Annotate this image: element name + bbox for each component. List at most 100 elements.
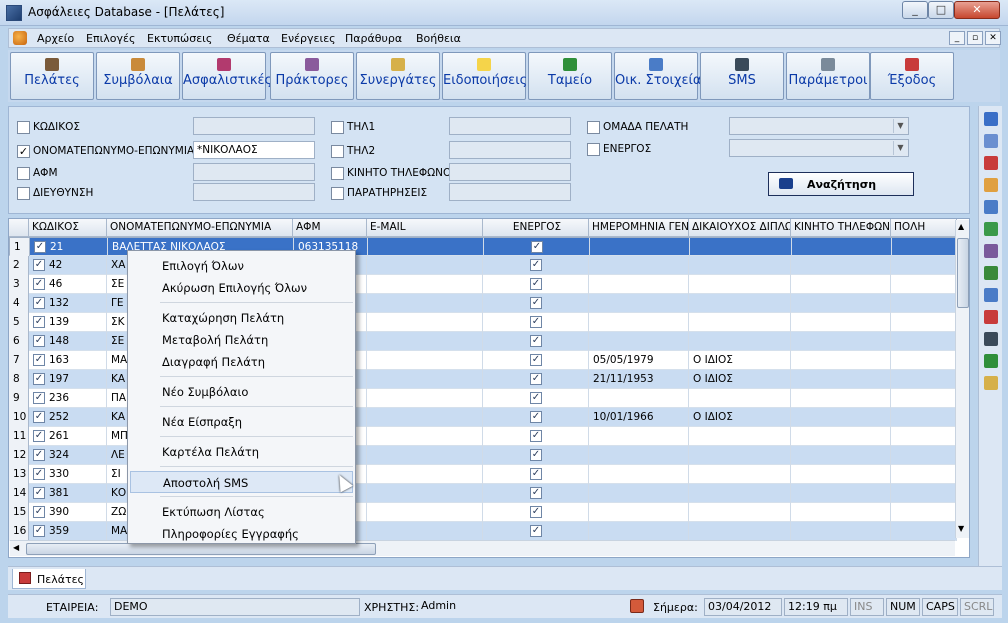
- birthdate-header[interactable]: ΗΜΕΡΟΜΗΝΙΑ ΓΕΝΙ: [589, 219, 689, 237]
- insurers-button[interactable]: Ασφαλιστικές: [182, 52, 272, 100]
- menu-file[interactable]: Αρχείο: [37, 32, 74, 45]
- calendar-icon[interactable]: [984, 178, 998, 192]
- delete-icon[interactable]: [984, 156, 998, 170]
- active-checkbox[interactable]: ✓: [530, 354, 542, 366]
- mobile-header[interactable]: ΚΙΝΗΤΟ ΤΗΛΕΦΩΝ: [791, 219, 891, 237]
- import-icon[interactable]: [984, 288, 998, 302]
- mdi-minimize-button[interactable]: _: [949, 31, 965, 45]
- contracts-button[interactable]: Συμβόλαια: [96, 52, 180, 100]
- filter-input-col2-1[interactable]: [449, 141, 571, 159]
- filter-input-col1-1[interactable]: *ΝΙΚΟΛΑΟΣ: [193, 141, 315, 159]
- active-checkbox[interactable]: ✓: [530, 411, 542, 423]
- filter-checkbox-col2-3[interactable]: [331, 187, 344, 200]
- context-item[interactable]: Διαγραφή Πελάτη: [130, 351, 353, 373]
- partners-button[interactable]: Συνεργάτες: [356, 52, 440, 100]
- city-header[interactable]: ΠΟΛΗ: [891, 219, 957, 237]
- row-select-checkbox[interactable]: ✓: [34, 241, 46, 253]
- filter-input-col1-0[interactable]: [193, 117, 315, 135]
- active-checkbox[interactable]: ✓: [530, 373, 542, 385]
- row-select-checkbox[interactable]: ✓: [33, 506, 45, 518]
- edit-icon[interactable]: [984, 134, 998, 148]
- row-select-checkbox[interactable]: ✓: [33, 449, 45, 461]
- row-select-checkbox[interactable]: ✓: [33, 468, 45, 480]
- context-item[interactable]: Καταχώρηση Πελάτη: [130, 307, 353, 329]
- filter-input-col2-3[interactable]: [449, 183, 571, 201]
- beneficiary-header[interactable]: ΔΙΚΑΙΟΥΧΟΣ ΔΙΠΛΩ: [689, 219, 791, 237]
- active-checkbox[interactable]: ✓: [530, 278, 542, 290]
- context-item[interactable]: Νέο Συμβόλαιο: [130, 381, 353, 403]
- filter-checkbox-col3-1[interactable]: [587, 143, 600, 156]
- row-select-checkbox[interactable]: ✓: [33, 316, 45, 328]
- menu-options[interactable]: Επιλογές: [86, 32, 135, 45]
- dropdown-arrow-icon[interactable]: ▼: [893, 141, 907, 155]
- filter-checkbox-col2-2[interactable]: [331, 167, 344, 180]
- dropdown-arrow-icon[interactable]: ▼: [893, 119, 907, 133]
- context-item[interactable]: Μεταβολή Πελάτη: [130, 329, 353, 351]
- clients-button[interactable]: Πελάτες: [10, 52, 94, 100]
- active-checkbox[interactable]: ✓: [530, 506, 542, 518]
- row-select-checkbox[interactable]: ✓: [33, 411, 45, 423]
- active-checkbox[interactable]: ✓: [530, 297, 542, 309]
- financial-button[interactable]: Οικ. Στοιχεία: [614, 52, 701, 100]
- filter-checkbox-col1-3[interactable]: [17, 187, 30, 200]
- context-item[interactable]: Πληροφορίες Εγγραφής: [130, 523, 353, 545]
- context-item[interactable]: Εκτύπωση Λίστας: [130, 501, 353, 523]
- row-select-checkbox[interactable]: ✓: [33, 259, 45, 271]
- tab-clients[interactable]: Πελάτες: [12, 569, 86, 589]
- maximize-button[interactable]: □: [928, 1, 954, 19]
- sms-button[interactable]: SMS: [700, 52, 784, 100]
- context-item[interactable]: Ακύρωση Επιλογής Όλων: [130, 277, 353, 299]
- exit-button[interactable]: Έξοδος: [870, 52, 954, 100]
- email-header[interactable]: E-MAIL: [367, 219, 483, 237]
- scroll-down-icon[interactable]: ▼: [958, 524, 964, 533]
- context-item[interactable]: Νέα Είσπραξη: [130, 411, 353, 433]
- menu-prints[interactable]: Εκτυπώσεις: [147, 32, 212, 45]
- vertical-scrollbar[interactable]: ▲ ▼: [955, 220, 969, 538]
- context-item[interactable]: Αποστολή SMS: [130, 471, 353, 493]
- active-checkbox[interactable]: ✓: [530, 316, 542, 328]
- row-select-checkbox[interactable]: ✓: [33, 487, 45, 499]
- row-select-checkbox[interactable]: ✓: [33, 297, 45, 309]
- copy-icon[interactable]: [984, 244, 998, 258]
- row-select-checkbox[interactable]: ✓: [33, 430, 45, 442]
- phone-icon[interactable]: [984, 332, 998, 346]
- menu-topics[interactable]: Θέματα: [227, 32, 270, 45]
- scroll-left-icon[interactable]: ◀: [13, 543, 19, 552]
- row-select-checkbox[interactable]: ✓: [33, 354, 45, 366]
- sync-icon[interactable]: [984, 354, 998, 368]
- filter-input-col1-3[interactable]: [193, 183, 315, 201]
- active-checkbox[interactable]: ✓: [530, 430, 542, 442]
- context-item[interactable]: Επιλογή Όλων: [130, 255, 353, 277]
- active-checkbox[interactable]: ✓: [530, 259, 542, 271]
- minimize-button[interactable]: _: [902, 1, 928, 19]
- agents-button[interactable]: Πράκτορες: [270, 52, 354, 100]
- filter-checkbox-col2-1[interactable]: [331, 145, 344, 158]
- name-header[interactable]: ΟΝΟΜΑΤΕΠΩΝΥΜΟ-ΕΠΩΝΥΜΙΑ: [107, 219, 293, 237]
- vertical-scroll-thumb[interactable]: [957, 238, 969, 308]
- mdi-restore-button[interactable]: ▫: [967, 31, 983, 45]
- row-select-checkbox[interactable]: ✓: [33, 335, 45, 347]
- filter-select-0[interactable]: ▼: [729, 117, 909, 135]
- row-select-checkbox[interactable]: ✓: [33, 392, 45, 404]
- export-icon[interactable]: [984, 266, 998, 280]
- active-checkbox[interactable]: ✓: [531, 241, 543, 253]
- active-checkbox[interactable]: ✓: [530, 392, 542, 404]
- row-select-checkbox[interactable]: ✓: [33, 278, 45, 290]
- mdi-close-button[interactable]: ✕: [985, 31, 1001, 45]
- row-select-checkbox[interactable]: ✓: [33, 525, 45, 537]
- menu-windows[interactable]: Παράθυρα: [345, 32, 402, 45]
- print-preview-icon[interactable]: [984, 200, 998, 214]
- row-number-header[interactable]: [9, 219, 29, 237]
- row-select-checkbox[interactable]: ✓: [33, 373, 45, 385]
- filter-input-col2-2[interactable]: [449, 163, 571, 181]
- active-checkbox[interactable]: ✓: [530, 449, 542, 461]
- filter-checkbox-col3-0[interactable]: [587, 121, 600, 134]
- open-icon[interactable]: [984, 112, 998, 126]
- active-checkbox[interactable]: ✓: [530, 468, 542, 480]
- filter-checkbox-col2-0[interactable]: [331, 121, 344, 134]
- menu-help[interactable]: Βοήθεια: [416, 32, 461, 45]
- context-item[interactable]: Καρτέλα Πελάτη: [130, 441, 353, 463]
- filter-checkbox-col1-2[interactable]: [17, 167, 30, 180]
- active-checkbox[interactable]: ✓: [530, 525, 542, 537]
- filter-icon[interactable]: [984, 310, 998, 324]
